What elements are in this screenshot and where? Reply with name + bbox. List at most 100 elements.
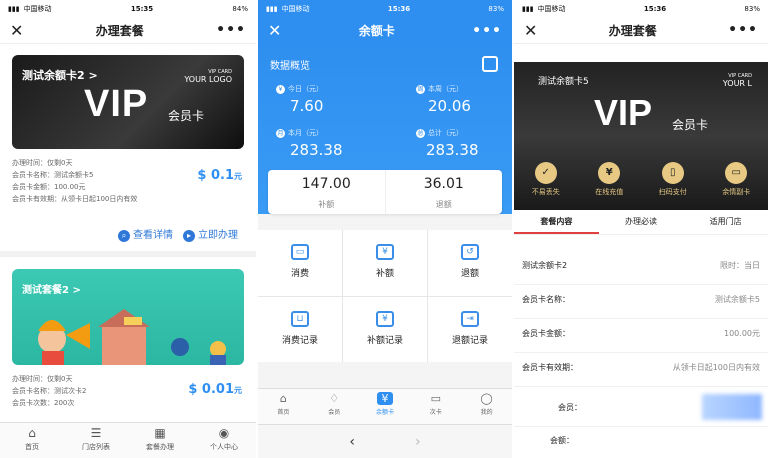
vip-card-banner: 测试余额卡5 VIP CARD YOUR L VIP 会员卡 ✓ 不易丢失 ¥ 在线充… [514,62,768,210]
tab-count-card[interactable]: ▭ 次卡 [410,389,461,424]
browser-toolbar: ‹ › [258,424,512,458]
card-sub-text: 会员卡 [168,109,205,123]
tab-balance-card[interactable]: ¥ 余额卡 [360,389,411,424]
tab-profile[interactable]: ◉ 个人中心 [192,423,256,458]
topup-icon: ¥ [376,244,394,260]
home-icon: ⌂ [28,426,36,440]
feature-item: ▭ 余情副卡 [722,162,750,197]
back-icon[interactable]: ‹ [349,434,355,450]
apply-button[interactable]: ▸ 立即办理 [183,226,238,242]
bottom-tab-bar: ⌂ 首页 ☰ 门店列表 ▦ 套餐办理 ◉ 个人中心 [0,422,256,458]
battery-level: 84% [232,4,248,13]
status-bar: ▮▮▮ 中国移动 15:35 84% [0,0,256,17]
signal-icon: ▮▮▮ [8,4,20,13]
shield-icon: ✓ [534,162,557,184]
total-refund: 36.01 退额 [384,170,503,214]
home-icon: ⌂ [279,392,287,405]
apply-icon: ▸ [183,230,195,242]
info-line: 会员卡有效期：从领卡日起100日内有效 [12,195,138,203]
tab-stores[interactable]: 适用门店 [683,211,768,234]
page-title: 办理套餐 [608,23,657,38]
clock: 15:36 [643,4,667,13]
card-name[interactable]: 测试余额卡2 > [22,67,98,83]
info-line: 办理时间：仅剩0天 [12,375,73,383]
search-icon: ⌕ [118,230,130,242]
total-topup: 147.00 补额 [301,176,351,209]
forward-icon[interactable]: › [415,434,421,450]
divider [0,251,256,257]
list-icon: ☰ [90,426,102,440]
package-card-2[interactable]: 测试套餐2 > [12,269,244,365]
tab-members[interactable]: ♢ 会员 [309,389,360,424]
view-detail-button[interactable]: ⌕ 查看详情 [118,226,173,242]
overview-title: 数据概览 [270,61,310,72]
feature-item: ¥ 在线充值 [595,162,623,197]
tab-home[interactable]: ⌂ 首页 [0,423,64,458]
info-line: 会员卡次数：200次 [12,399,75,407]
card-vip-text: VIP [594,92,653,133]
clock: 15:36 [387,4,411,13]
phone-icon: ▯ [661,162,684,184]
status-bar: ▮▮▮ 中国移动 15:36 83% [514,0,768,17]
card-icon: ▭ [430,392,441,405]
detail-row: 会员卡金额： 100.00元 [514,315,768,353]
blurred-overlay [702,394,762,420]
grid-consume-records[interactable]: ⊔ 消费记录 [258,296,342,362]
detail-tabs: 套餐内容 办理必读 适用门店 [514,211,768,235]
bottom-tab-bar: ⌂ 首页 ♢ 会员 ¥ 余额卡 ▭ 次卡 ◯ 我的 [258,388,512,424]
tab-must-read[interactable]: 办理必读 [599,211,684,234]
card-icon: ▭ [291,244,309,260]
close-icon[interactable]: ✕ [268,21,281,40]
signal-icon: ▮▮▮ [266,4,278,13]
page-title: 余额卡 [358,24,395,38]
user-icon: ◯ [480,392,493,405]
price-2: $ 0.01元 [188,382,242,397]
totals-box: 147.00 补额 36.01 退额 [268,170,502,214]
panel-package-detail: ▮▮▮ 中国移动 15:36 83% ✕ 办理套餐 ••• 测试余额卡5 VIP … [514,0,768,458]
vip-card-1[interactable]: 测试余额卡2 > VIP CARD YOUR LOGO VIP 会员卡 [12,55,244,149]
tab-home[interactable]: ⌂ 首页 [258,389,309,424]
feature-list: ✓ 不易丢失 ¥ 在线充值 ▯ 扫码支付 ▭ 余情副卡 [514,162,768,197]
card-name: 测试余额卡5 [538,77,589,87]
carrier-label: 中国移动 [281,4,310,13]
grid-consume[interactable]: ▭ 消费 [258,230,342,296]
carrier-label: 中国移动 [23,4,52,13]
scan-icon[interactable] [482,56,498,72]
tab-stores[interactable]: ☰ 门店列表 [64,423,128,458]
card-vip-text: VIP [84,83,149,125]
grid-refund[interactable]: ↺ 退额 [428,230,512,296]
refund-icon: ↺ [461,244,479,260]
close-icon[interactable]: ✕ [10,21,23,40]
more-icon[interactable]: ••• [216,22,246,38]
price-1: $ 0.1元 [197,168,242,183]
clock: 15:35 [130,4,154,13]
feature-item: ✓ 不易丢失 [532,162,560,197]
battery-level: 83% [488,4,504,13]
stat-week: 周本周（元） 20.06 [416,85,471,115]
card-sub-text: 会员卡 [672,118,709,132]
more-icon[interactable]: ••• [728,22,758,38]
tab-package-content[interactable]: 套餐内容 [514,211,599,234]
card-logo: VIP CARD YOUR LOGO [184,69,232,84]
info-line: 会员卡名称：测试次卡2 [12,387,87,395]
card1-actions: ⌕ 查看详情 ▸ 立即办理 [118,226,238,242]
grid-refund-records[interactable]: ⇥ 退额记录 [428,296,512,362]
grid-topup-records[interactable]: ¥ 补额记录 [343,296,427,362]
close-icon[interactable]: ✕ [524,21,537,40]
grid-topup[interactable]: ¥ 补额 [343,230,427,296]
card-icon: ▭ [725,162,748,184]
tab-mine[interactable]: ◯ 我的 [461,389,512,424]
tab-packages[interactable]: ▦ 套餐办理 [128,423,192,458]
more-icon[interactable]: ••• [472,23,502,39]
nav-bar: ✕ 办理套餐 ••• [514,17,768,44]
info-line: 办理时间：仅剩0天 [12,159,73,167]
detail-row: 会额： [514,422,768,458]
signal-icon: ▮▮▮ [522,4,534,13]
card2-info: 办理时间：仅剩0天 会员卡名称：测试次卡2 会员卡次数：200次 [12,373,86,409]
detail-row: 测试余额卡2 限时：当日 [514,247,768,285]
battery-level: 83% [744,4,760,13]
panel-package-list: ▮▮▮ 中国移动 15:35 84% ✕ 办理套餐 ••• 测试余额卡2 > VI… [0,0,256,458]
export-icon: ⇥ [461,310,479,327]
stat-today: ¥ 今日（元） 7.60 [276,84,323,115]
stat-total: 总总计（元） 283.38 [416,129,479,159]
